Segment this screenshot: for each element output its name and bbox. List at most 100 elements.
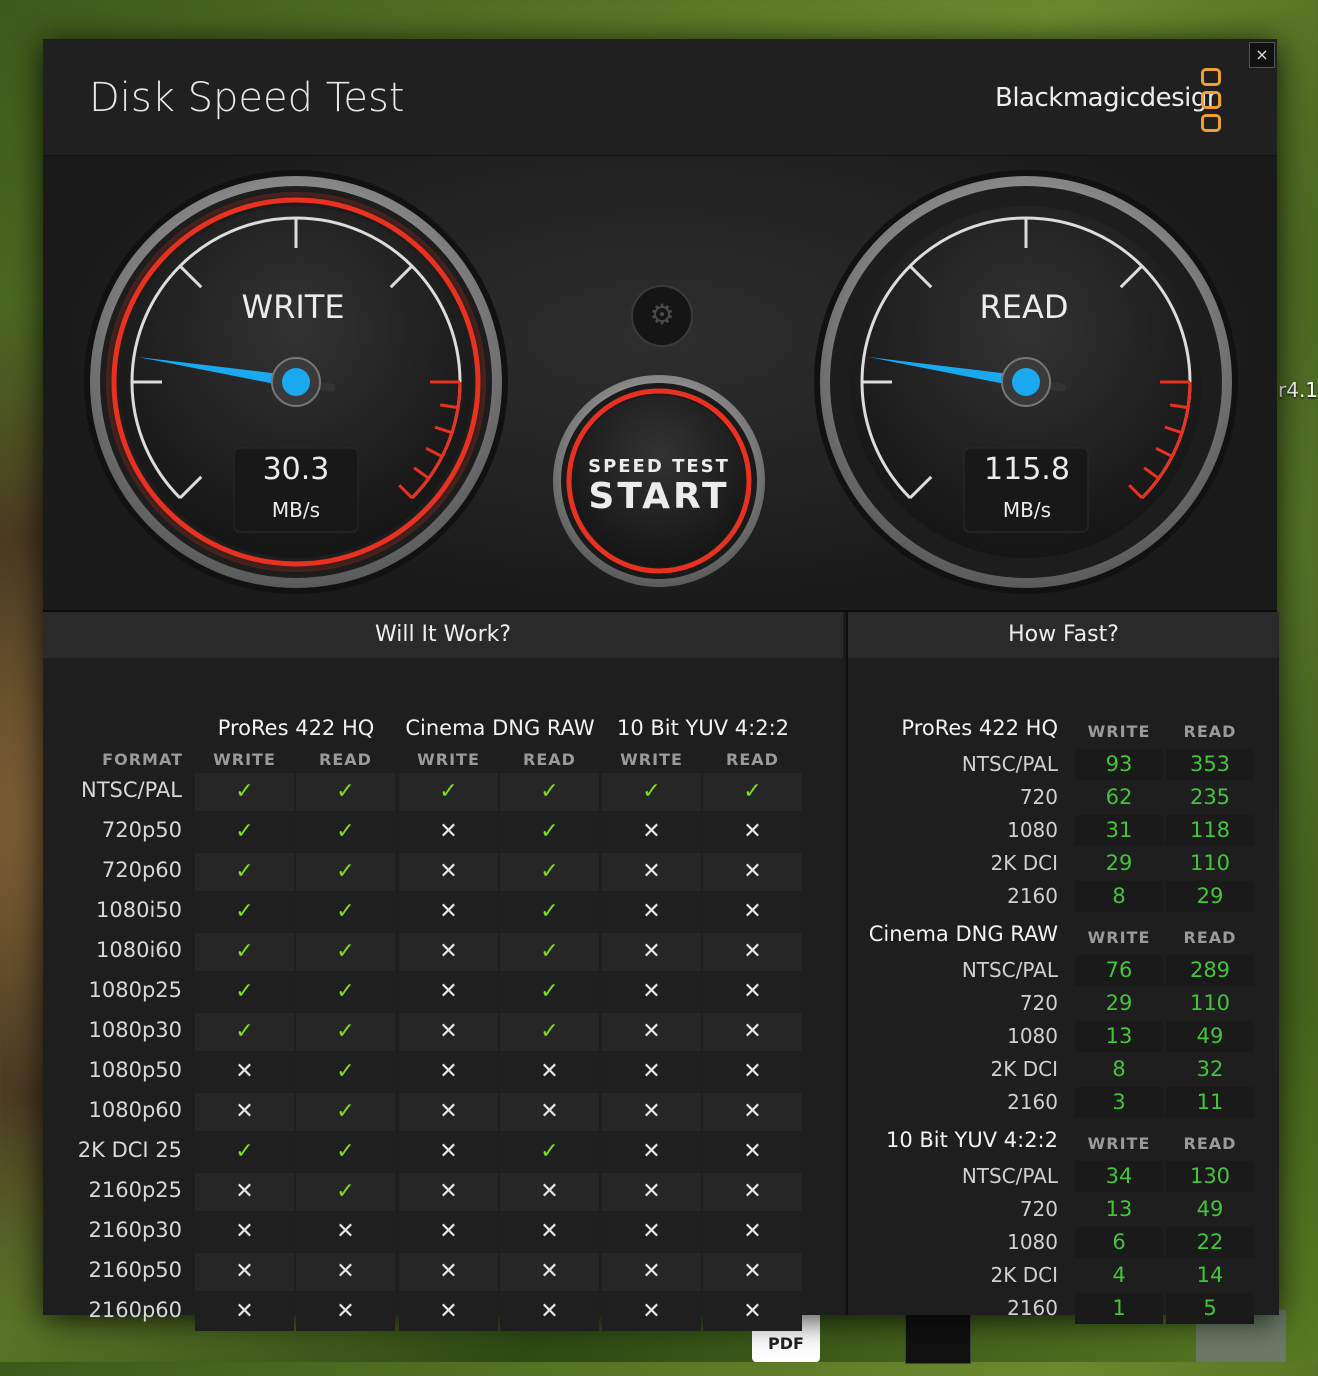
cross-icon: ✕ — [399, 1173, 498, 1211]
cross-icon: ✕ — [500, 1213, 599, 1251]
close-button[interactable]: × — [1249, 42, 1275, 68]
read-speed-value: 235 — [1189, 785, 1231, 809]
desktop-document-thumbnail[interactable] — [905, 1314, 971, 1364]
read-speed-value: 22 — [1166, 1227, 1254, 1258]
check-icon: ✓ — [296, 853, 395, 891]
cross-icon: ✕ — [399, 1293, 498, 1331]
check-icon: ✓ — [296, 1053, 395, 1091]
write-speed-value: 6 — [1075, 1227, 1163, 1258]
check-icon: ✓ — [500, 973, 599, 1011]
speed-row-label: 2160 — [1007, 884, 1058, 908]
cross-icon: ✕ — [500, 1093, 599, 1131]
read-speed-value: 49 — [1196, 1197, 1224, 1221]
cross-icon: ✕ — [399, 1093, 498, 1131]
speed-row-label: NTSC/PAL — [961, 958, 1058, 982]
settings-button[interactable]: ⚙ — [630, 284, 694, 348]
read-gauge-label: READ — [979, 288, 1069, 326]
cross-icon: ✕ — [399, 893, 498, 931]
write-speed-value: 13 — [1105, 1197, 1133, 1221]
write-gauge-hub-center — [282, 368, 310, 396]
cross-icon: ✕ — [703, 933, 802, 971]
write-column-header: WRITE — [1087, 928, 1151, 947]
format-row-label: 1080p60 — [88, 1098, 183, 1122]
cross-icon: ✕ — [703, 1013, 802, 1051]
cross-icon: ✕ — [703, 1133, 802, 1171]
speed-row-label: 1080 — [1007, 818, 1058, 842]
gauge-panel: WRITE 30.3 MB/s READ 115.8 MB/s ⚙ SPEED … — [43, 156, 1277, 612]
check-icon: ✓ — [195, 773, 294, 811]
will-it-work-title: Will It Work? — [43, 612, 843, 658]
write-speed-value: 76 — [1075, 955, 1163, 986]
desktop-icon-label[interactable]: r4.1 — [1278, 378, 1318, 402]
write-speed-value: 8 — [1075, 881, 1163, 912]
title-bar: Disk Speed Test Blackmagicdesign — [43, 39, 1277, 156]
write-speed-value: 29 — [1105, 991, 1133, 1015]
cross-icon: ✕ — [399, 1253, 498, 1291]
read-gauge-hub-center — [1012, 368, 1040, 396]
read-speed-value: 118 — [1166, 815, 1254, 846]
write-speed-value: 4 — [1112, 1263, 1126, 1287]
read-column-header: READ — [1183, 928, 1237, 947]
cross-icon: ✕ — [399, 1013, 498, 1051]
cross-icon: ✕ — [195, 1213, 294, 1251]
how-fast-title: How Fast? — [848, 612, 1279, 658]
cross-icon: ✕ — [399, 853, 498, 891]
cross-icon: ✕ — [399, 1053, 498, 1091]
cross-icon: ✕ — [703, 1053, 802, 1091]
speed-row-label: 2160 — [1007, 1296, 1058, 1320]
format-group-title: ProRes 422 HQ — [217, 716, 375, 740]
check-icon: ✓ — [195, 1013, 294, 1051]
read-column-header: READ — [523, 750, 576, 769]
check-icon: ✓ — [399, 773, 498, 811]
speed-group-title: ProRes 422 HQ — [901, 716, 1058, 740]
read-speed-value: 29 — [1166, 881, 1254, 912]
cross-icon: ✕ — [602, 973, 701, 1011]
write-speed-value: 34 — [1075, 1161, 1163, 1192]
cross-icon: ✕ — [602, 853, 701, 891]
cross-icon: ✕ — [602, 813, 701, 851]
write-speed-value: 13 — [1075, 1021, 1163, 1052]
format-row-label: 2160p60 — [88, 1298, 183, 1322]
read-speed-value: 130 — [1166, 1161, 1254, 1192]
cross-icon: ✕ — [500, 1293, 599, 1331]
speed-row-label: NTSC/PAL — [961, 752, 1058, 776]
check-icon: ✓ — [296, 893, 395, 931]
read-speed-value: 49 — [1166, 1021, 1254, 1052]
write-column-header: WRITE — [620, 750, 683, 769]
cross-icon: ✕ — [500, 1173, 599, 1211]
speed-row-label: 720 — [1019, 1197, 1058, 1221]
cross-icon: ✕ — [602, 1053, 701, 1091]
speed-row-label: 1080 — [1007, 1024, 1058, 1048]
write-column-header: WRITE — [1087, 1134, 1151, 1153]
speed-row-label: NTSC/PAL — [961, 1164, 1058, 1188]
cross-icon: ✕ — [195, 1093, 294, 1131]
check-icon: ✓ — [500, 1133, 599, 1171]
check-icon: ✓ — [195, 933, 294, 971]
read-column-header: READ — [1183, 1134, 1237, 1153]
cross-icon: ✕ — [399, 1133, 498, 1171]
write-speed-value: 93 — [1075, 749, 1163, 780]
start-button[interactable]: SPEED TEST START — [564, 386, 754, 576]
cross-icon: ✕ — [703, 1213, 802, 1251]
check-icon: ✓ — [195, 853, 294, 891]
check-icon: ✓ — [296, 933, 395, 971]
cross-icon: ✕ — [703, 973, 802, 1011]
how-fast-panel: How Fast? ProRes 422 HQ WRITE READ NTSC/PAL… — [846, 612, 1279, 1324]
read-speed-value: 32 — [1196, 1057, 1224, 1081]
speed-row-label: 2K DCI — [990, 851, 1058, 875]
write-speed-value: 29 — [1105, 851, 1133, 875]
speed-row-label: 2160 — [1007, 1090, 1058, 1114]
write-speed-value: 62 — [1105, 785, 1133, 809]
format-row-label: 720p50 — [101, 818, 182, 842]
write-gauge-value: 30.3 — [262, 452, 330, 487]
cross-icon: ✕ — [703, 1173, 802, 1211]
cross-icon: ✕ — [602, 1133, 701, 1171]
read-gauge-unit: MB/s — [1002, 498, 1052, 522]
format-row-label: 2160p50 — [88, 1258, 183, 1282]
check-icon: ✓ — [602, 773, 701, 811]
cross-icon: ✕ — [500, 1053, 599, 1091]
write-speed-value: 8 — [1112, 1057, 1126, 1081]
cross-icon: ✕ — [399, 1213, 498, 1251]
check-icon: ✓ — [195, 1133, 294, 1171]
check-icon: ✓ — [500, 933, 599, 971]
